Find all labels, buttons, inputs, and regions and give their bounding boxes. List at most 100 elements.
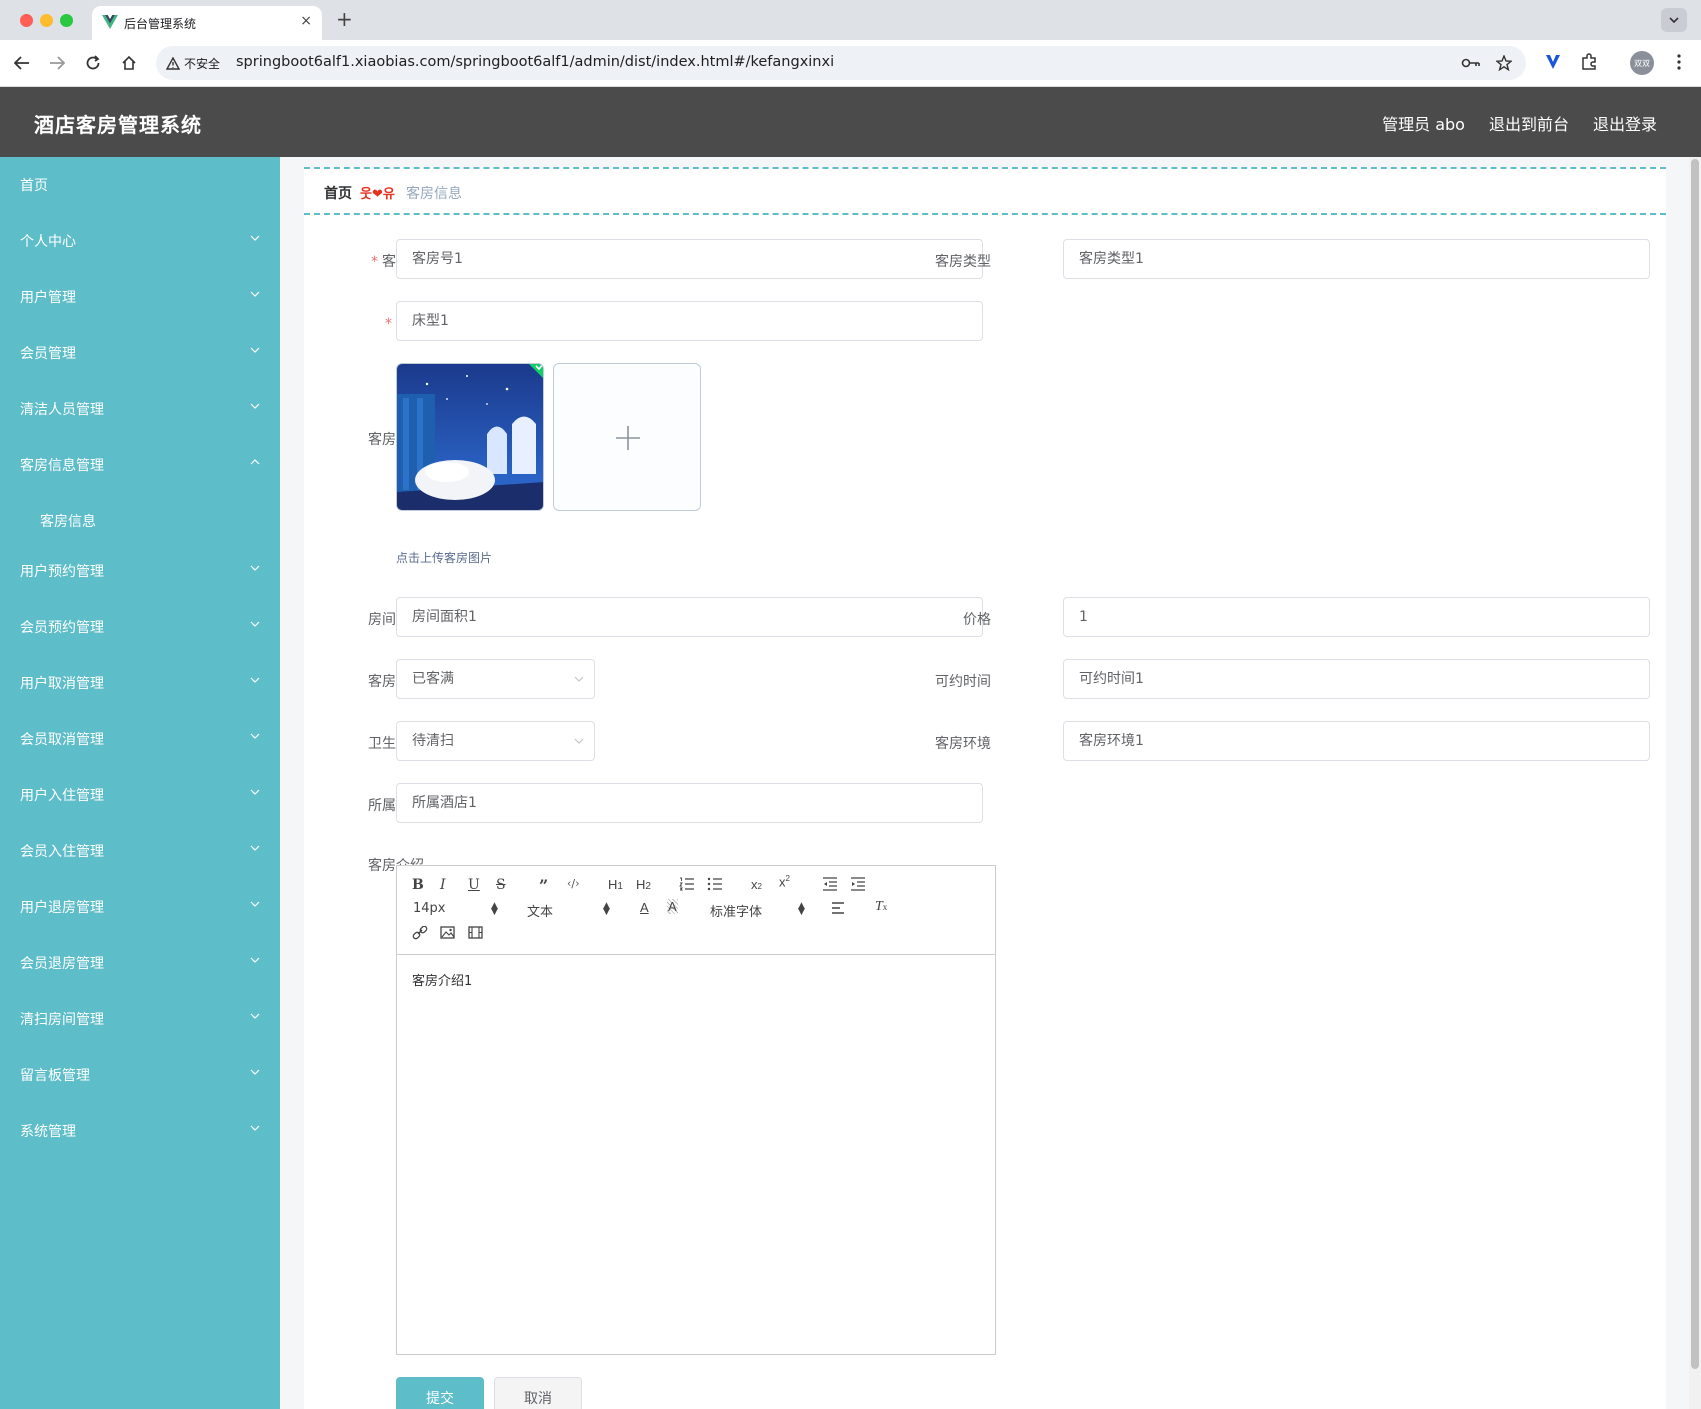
sidebar-item-home[interactable]: 首页 bbox=[0, 157, 280, 213]
scrollbar-thumb[interactable] bbox=[1691, 159, 1699, 1369]
bullet-list-icon[interactable] bbox=[707, 877, 723, 895]
zoom-window-button[interactable] bbox=[60, 14, 73, 27]
video-icon[interactable] bbox=[468, 926, 483, 943]
browser-tab[interactable]: 后台管理系统 × bbox=[92, 6, 322, 40]
password-key-icon[interactable] bbox=[1461, 55, 1481, 74]
home-button[interactable] bbox=[118, 52, 140, 74]
url-text: springboot6alf1.xiaobias.com/springboot6… bbox=[236, 54, 835, 70]
status-select-value: 已客满 bbox=[412, 671, 454, 687]
header-select[interactable]: 文本 ▲ ▼ bbox=[527, 901, 617, 921]
room-type-input[interactable]: 客房类型1 bbox=[1063, 239, 1650, 279]
italic-icon[interactable]: I bbox=[440, 877, 446, 893]
room-image-thumbnail[interactable] bbox=[396, 363, 544, 511]
background-color-icon[interactable]: A bbox=[667, 899, 678, 914]
sidebar-item-label: 会员取消管理 bbox=[20, 732, 104, 748]
sidebar-item-member-booking[interactable]: 会员预约管理 bbox=[0, 599, 280, 655]
chevron-down-icon bbox=[250, 845, 260, 851]
sidebar-item-system[interactable]: 系统管理 bbox=[0, 1103, 280, 1159]
image-icon[interactable] bbox=[440, 926, 455, 943]
reload-button[interactable] bbox=[82, 52, 104, 74]
clear-format-icon[interactable]: Tx bbox=[875, 899, 887, 915]
sidebar-item-users[interactable]: 用户管理 bbox=[0, 269, 280, 325]
back-to-front-link[interactable]: 退出到前台 bbox=[1489, 111, 1569, 135]
bold-icon[interactable]: B bbox=[412, 877, 424, 893]
chevron-down-icon bbox=[250, 1069, 260, 1075]
close-window-button[interactable] bbox=[20, 14, 33, 27]
sidebar-item-room-info[interactable]: 客房信息 bbox=[0, 493, 280, 549]
h2-icon[interactable]: H2 bbox=[636, 877, 651, 892]
rich-text-editor: B I U S ” ‹/› H1 H2 x2 x2 14px ▲ ▼ 文本 ▲ … bbox=[396, 865, 996, 1355]
submit-button[interactable]: 提交 bbox=[396, 1377, 484, 1409]
ordered-list-icon[interactable] bbox=[679, 877, 695, 895]
tab-close-icon[interactable]: × bbox=[300, 13, 312, 29]
sidebar-item-room-info-mgmt[interactable]: 客房信息管理 bbox=[0, 437, 280, 493]
sidebar-item-member-checkin[interactable]: 会员入住管理 bbox=[0, 823, 280, 879]
code-block-icon[interactable]: ‹/› bbox=[567, 877, 580, 890]
subscript-icon[interactable]: x2 bbox=[751, 877, 762, 892]
security-indicator[interactable]: 不安全 bbox=[166, 55, 220, 72]
text-color-icon[interactable]: A bbox=[640, 900, 649, 915]
extension-v-icon[interactable] bbox=[1542, 51, 1564, 73]
chevron-down-icon bbox=[574, 676, 584, 682]
extensions-puzzle-icon[interactable] bbox=[1578, 51, 1600, 73]
sidebar-item-room-cleaning[interactable]: 清扫房间管理 bbox=[0, 991, 280, 1047]
h1-icon[interactable]: H1 bbox=[608, 877, 623, 892]
browser-tab-bar: 后台管理系统 × + bbox=[0, 0, 1701, 40]
forward-button[interactable] bbox=[46, 52, 68, 74]
editor-content[interactable]: 客房介绍1 bbox=[412, 970, 472, 989]
sidebar-item-profile[interactable]: 个人中心 bbox=[0, 213, 280, 269]
bed-type-input[interactable]: 床型1 bbox=[396, 301, 983, 341]
sidebar: 首页 个人中心 用户管理 会员管理 清洁人员管理 客房信息管理 客房信息 用户预… bbox=[0, 157, 280, 1409]
bookmark-star-icon[interactable] bbox=[1495, 54, 1513, 75]
sidebar-item-label: 首页 bbox=[20, 178, 48, 194]
tab-search-button[interactable] bbox=[1661, 8, 1687, 32]
price-label: 价格 bbox=[963, 612, 991, 628]
strikethrough-icon[interactable]: S bbox=[496, 877, 506, 893]
minimize-window-button[interactable] bbox=[40, 14, 53, 27]
profile-avatar[interactable]: 双双 bbox=[1630, 51, 1654, 75]
upload-image-button[interactable] bbox=[553, 363, 701, 511]
superscript-icon[interactable]: x2 bbox=[779, 874, 790, 889]
indent-icon[interactable] bbox=[850, 877, 866, 895]
font-family-select[interactable]: 标准字体 ▲ ▼ bbox=[710, 901, 810, 921]
page-scrollbar[interactable] bbox=[1689, 157, 1701, 1409]
available-time-input[interactable]: 可约时间1 bbox=[1063, 659, 1650, 699]
underline-icon[interactable]: U bbox=[468, 877, 480, 893]
chevron-down-icon bbox=[250, 733, 260, 739]
url-field[interactable]: 不安全 springboot6alf1.xiaobias.com/springb… bbox=[156, 46, 1526, 80]
hotel-input[interactable]: 所属酒店1 bbox=[396, 783, 983, 823]
price-input[interactable]: 1 bbox=[1063, 597, 1650, 637]
sidebar-item-member-checkout[interactable]: 会员退房管理 bbox=[0, 935, 280, 991]
sidebar-item-cleaners[interactable]: 清洁人员管理 bbox=[0, 381, 280, 437]
main-content: 首页 웃❤유 客房信息 *客房号 客房号1 客房类型 客房类型1 *床型 床型1… bbox=[280, 157, 1690, 1409]
sidebar-item-user-cancel[interactable]: 用户取消管理 bbox=[0, 655, 280, 711]
back-button[interactable] bbox=[11, 52, 33, 74]
browser-menu-icon[interactable] bbox=[1668, 51, 1690, 73]
sidebar-item-member-cancel[interactable]: 会员取消管理 bbox=[0, 711, 280, 767]
arrow-right-icon bbox=[50, 56, 65, 70]
breadcrumb-current: 客房信息 bbox=[406, 186, 462, 202]
environment-input[interactable]: 客房环境1 bbox=[1063, 721, 1650, 761]
link-icon[interactable] bbox=[412, 925, 428, 944]
sidebar-item-user-checkout[interactable]: 用户退房管理 bbox=[0, 879, 280, 935]
logout-link[interactable]: 退出登录 bbox=[1593, 111, 1657, 135]
align-icon[interactable] bbox=[831, 902, 845, 918]
new-tab-button[interactable]: + bbox=[336, 7, 353, 31]
updown-icon: ▲ ▼ bbox=[491, 901, 498, 917]
status-select[interactable]: 已客满 bbox=[396, 659, 595, 699]
hygiene-select[interactable]: 待清扫 bbox=[396, 721, 595, 761]
cancel-button[interactable]: 取消 bbox=[494, 1377, 582, 1409]
updown-icon: ▲ ▼ bbox=[798, 901, 805, 917]
font-size-select[interactable]: 14px ▲ ▼ bbox=[413, 901, 503, 917]
outdent-icon[interactable] bbox=[822, 877, 838, 895]
sidebar-item-label: 用户管理 bbox=[20, 290, 76, 306]
chevron-down-icon bbox=[250, 291, 260, 297]
sidebar-item-user-booking[interactable]: 用户预约管理 bbox=[0, 543, 280, 599]
blockquote-icon[interactable]: ” bbox=[539, 876, 548, 895]
sidebar-item-members[interactable]: 会员管理 bbox=[0, 325, 280, 381]
sidebar-item-user-checkin[interactable]: 用户入住管理 bbox=[0, 767, 280, 823]
chevron-down-icon bbox=[250, 235, 260, 241]
breadcrumb-home[interactable]: 首页 bbox=[324, 183, 352, 203]
sidebar-item-message-board[interactable]: 留言板管理 bbox=[0, 1047, 280, 1103]
upload-tip: 点击上传客房图片 bbox=[396, 551, 493, 565]
